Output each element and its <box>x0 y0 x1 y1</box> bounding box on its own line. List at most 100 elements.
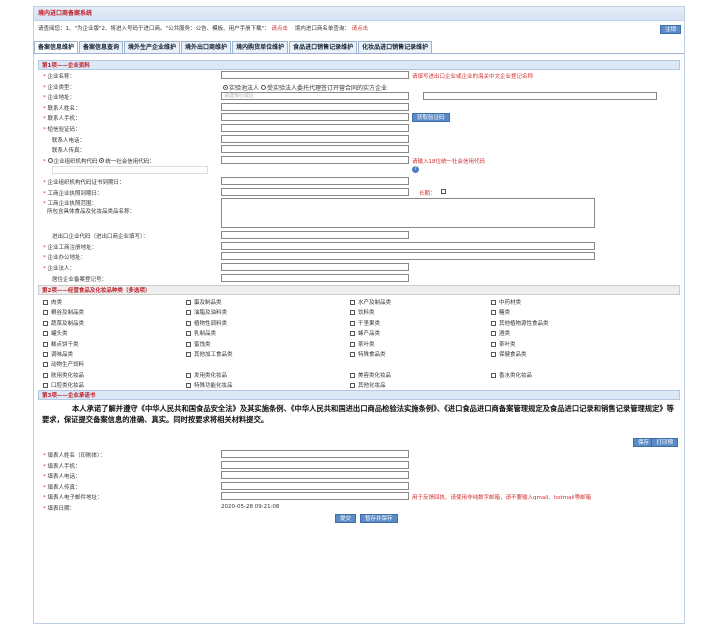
category-option[interactable]: 动物生产饲料 <box>43 360 84 368</box>
radio-entrusted[interactable] <box>260 84 266 90</box>
tab-overseas-exporter[interactable]: 境外出口商维护 <box>181 41 232 53</box>
category-option[interactable]: 蜜饯类 <box>186 340 211 348</box>
contact-name-input[interactable] <box>221 102 409 111</box>
category-checkbox[interactable] <box>491 320 496 326</box>
company-name-input[interactable] <box>221 71 409 79</box>
tab-info-maintenance[interactable]: 备案信息维护 <box>34 41 79 53</box>
print-preview-button[interactable]: 打印预 <box>651 438 678 448</box>
filler-fax-input[interactable] <box>221 481 409 490</box>
category-checkbox[interactable] <box>491 310 496 316</box>
category-checkbox[interactable] <box>491 352 496 358</box>
address-detail-input[interactable] <box>423 92 657 101</box>
help-icon[interactable]: ? <box>412 166 419 174</box>
notice2-link[interactable]: 请点击 <box>352 26 369 32</box>
category-checkbox[interactable] <box>491 341 496 347</box>
logout-button[interactable]: 注销 <box>659 25 681 34</box>
category-checkbox[interactable] <box>43 310 48 316</box>
category-option[interactable]: 肉类 <box>43 298 62 306</box>
category-option[interactable]: 美容类化妆品 <box>350 371 391 379</box>
temp-save-button[interactable]: 暂存并保存 <box>360 513 398 523</box>
tab-food-sales-record[interactable]: 食品进口销售记录维护 <box>289 41 358 53</box>
category-option[interactable]: 香水类化妆品 <box>491 371 532 379</box>
category-checkbox[interactable] <box>350 300 355 306</box>
category-checkbox[interactable] <box>186 341 191 347</box>
office-address-input[interactable] <box>221 252 595 261</box>
credit-code-input[interactable] <box>221 155 409 164</box>
category-checkbox[interactable] <box>491 372 496 378</box>
category-option[interactable]: 肤用类化妆品 <box>43 371 84 379</box>
category-option[interactable]: 蜂产品类 <box>350 329 380 337</box>
category-option[interactable]: 罐头类 <box>43 329 68 337</box>
filing-number-input[interactable] <box>221 273 409 282</box>
category-checkbox[interactable] <box>43 362 48 368</box>
category-checkbox[interactable] <box>186 383 191 389</box>
code-extra-input[interactable] <box>52 166 208 175</box>
sms-code-input[interactable] <box>221 123 409 132</box>
contact-fax-input[interactable] <box>221 145 409 154</box>
radio-credit-code[interactable] <box>99 157 105 163</box>
category-checkbox[interactable] <box>43 383 48 389</box>
tab-overseas-producer[interactable]: 境外生产企业维护 <box>124 41 181 53</box>
category-checkbox[interactable] <box>491 300 496 306</box>
license-expiry-input[interactable] <box>221 187 409 196</box>
business-scope-textarea[interactable] <box>221 198 595 229</box>
category-option[interactable]: 特殊功能化妆品 <box>186 381 233 389</box>
category-checkbox[interactable] <box>491 331 496 337</box>
tab-info-query[interactable]: 备案信息查询 <box>79 41 124 53</box>
get-code-button[interactable]: 获取验证码 <box>412 113 450 123</box>
category-checkbox[interactable] <box>43 320 48 326</box>
import-export-code-input[interactable] <box>221 231 409 240</box>
category-option[interactable]: 油脂及油料类 <box>186 308 227 316</box>
category-option[interactable]: 乳制品类 <box>186 329 216 337</box>
category-checkbox[interactable] <box>43 331 48 337</box>
filler-name-input[interactable] <box>221 450 409 459</box>
contact-mobile-input[interactable] <box>221 113 409 122</box>
category-checkbox[interactable] <box>350 383 355 389</box>
filler-email-input[interactable] <box>221 492 409 501</box>
category-checkbox[interactable] <box>350 320 355 326</box>
category-checkbox[interactable] <box>350 310 355 316</box>
radio-legal-entity[interactable] <box>223 84 228 90</box>
category-option[interactable]: 茶叶类 <box>350 340 375 348</box>
category-option[interactable]: 糖类 <box>491 308 510 316</box>
tab-cosmetic-sales-record[interactable]: 化妆品进口销售记录维护 <box>358 41 433 53</box>
category-option[interactable]: 茶叶类 <box>491 340 516 348</box>
category-option[interactable]: 发用类化妆品 <box>186 371 227 379</box>
category-checkbox[interactable] <box>186 320 191 326</box>
category-option[interactable]: 其他化妆品 <box>350 381 386 389</box>
category-option[interactable]: 粮谷及制品类 <box>43 308 84 316</box>
category-option[interactable]: 调味品类 <box>43 350 73 358</box>
category-option[interactable]: 饮料类 <box>350 308 375 316</box>
category-checkbox[interactable] <box>43 372 48 378</box>
category-checkbox[interactable] <box>350 352 355 358</box>
category-checkbox[interactable] <box>350 341 355 347</box>
filler-phone-input[interactable] <box>221 471 409 480</box>
category-option[interactable]: 蔬菜及制品类 <box>43 319 84 327</box>
filler-mobile-input[interactable] <box>221 460 409 469</box>
category-option[interactable]: 保健食品类 <box>491 350 527 358</box>
address-region-select[interactable]: 请选择行政区 <box>221 92 409 101</box>
contact-phone-input[interactable] <box>221 134 409 143</box>
tab-domestic-buyer[interactable]: 境内购货单位维护 <box>232 41 289 53</box>
category-checkbox[interactable] <box>43 352 48 358</box>
category-checkbox[interactable] <box>350 331 355 337</box>
long-term-checkbox[interactable] <box>441 188 446 194</box>
category-option[interactable]: 植物性调料类 <box>186 319 227 327</box>
category-checkbox[interactable] <box>186 372 191 378</box>
category-option[interactable]: 其他加工食品类 <box>186 350 233 358</box>
category-checkbox[interactable] <box>186 300 191 306</box>
legal-person-input[interactable] <box>221 262 409 271</box>
category-checkbox[interactable] <box>43 341 48 347</box>
category-checkbox[interactable] <box>350 372 355 378</box>
category-option[interactable]: 糕点饼干类 <box>43 340 79 348</box>
category-option[interactable]: 其他植物源性食品类 <box>491 319 549 327</box>
category-option[interactable]: 水产及制品类 <box>350 298 391 306</box>
submit-button[interactable]: 提交 <box>335 513 357 523</box>
category-checkbox[interactable] <box>43 300 48 306</box>
category-option[interactable]: 口腔类化妆品 <box>43 381 84 389</box>
category-option[interactable]: 干坚果类 <box>350 319 380 327</box>
category-option[interactable]: 蛋及制品类 <box>186 298 222 306</box>
category-option[interactable]: 酒类 <box>491 329 510 337</box>
category-option[interactable]: 中药材类 <box>491 298 521 306</box>
category-option[interactable]: 特殊食品类 <box>350 350 386 358</box>
